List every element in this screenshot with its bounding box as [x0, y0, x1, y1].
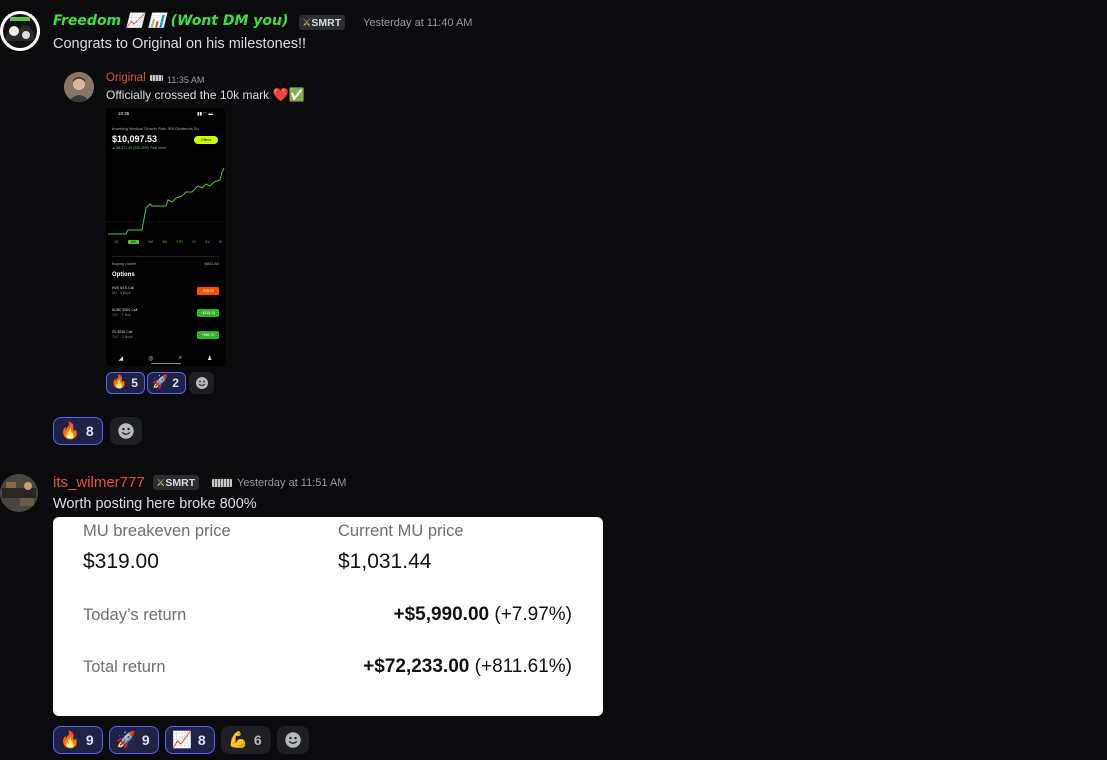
reaction-rocket[interactable]: 🚀 2 [147, 372, 186, 394]
avatar-wilmer-image [0, 474, 38, 512]
add-reaction-button[interactable] [189, 372, 214, 394]
today-return-value: +$5,990.00 [393, 604, 490, 625]
today-return-pct: (+7.97%) [494, 604, 572, 625]
current-price-value: $1,031.44 [338, 550, 432, 573]
forwarded-text-body: Officially crossed the 10k mark [106, 88, 270, 102]
timestamp[interactable]: Yesterday at 11:51 AM [237, 477, 346, 489]
sword-icon: ⚔ [156, 477, 166, 489]
tag-label: SMRT [311, 17, 342, 29]
option-row: ZS $330 Call 7/17 · 3 Buys +$88.70 [112, 330, 219, 339]
username-original[interactable]: Original [106, 72, 146, 84]
option-value: +$88.70 [197, 331, 219, 339]
server-tag-icon [212, 479, 232, 487]
reaction-chart[interactable]: 📈 8 [165, 726, 215, 754]
timestamp[interactable]: Yesterday at 11:40 AM [363, 17, 472, 29]
today-return-label: Today’s return [83, 606, 187, 624]
total-return-value: +$72,233.00 [363, 656, 470, 677]
reaction-flex[interactable]: 💪 6 [221, 726, 271, 754]
reaction-fire[interactable]: 🔥 5 [106, 372, 145, 394]
range-1d: 1D [114, 240, 119, 244]
message-text: Worth posting here broke 800% [53, 496, 257, 512]
username-wilmer[interactable]: its_wilmer777 [53, 474, 145, 491]
avatar-freedom[interactable] [0, 11, 40, 51]
chart-icon: ◢ [118, 356, 124, 362]
options-heading: Options [112, 272, 135, 278]
smiley-icon [195, 377, 208, 389]
range-5y: 5Y [205, 240, 210, 244]
reaction-count: 9 [141, 732, 150, 748]
bottom-nav: ◢ ◎ ⌕ ♟ [106, 355, 225, 362]
reaction-count: 6 [253, 732, 262, 748]
forwarded-text: Officially crossed the 10k mark ❤️✅ [106, 88, 305, 104]
fire-icon: 🔥 [111, 375, 128, 390]
message-text: Congrats to Original on his milestones!! [53, 36, 307, 52]
sword-icon: ⚔ [302, 17, 312, 29]
range-1m: 1M [147, 240, 153, 244]
flexed-biceps-icon: 💪 [228, 730, 248, 749]
range-1w: 1W [127, 240, 139, 244]
breakeven-value: $319.00 [83, 550, 159, 573]
option-value: -$45.00 [197, 287, 219, 295]
account-tabs: Investing Medical Growth Roth IRA Divide… [112, 126, 199, 131]
search-icon: ⌕ [178, 355, 182, 361]
account-balance: $10,097.53 [112, 134, 158, 144]
offers-button: Offers [194, 136, 218, 144]
range-ytd: YTD [175, 240, 183, 244]
account-icon: ♟ [207, 356, 213, 362]
avatar-original[interactable] [64, 72, 94, 102]
chart-increasing-icon: 📈 [172, 730, 192, 749]
option-row: HVE $4.5 Call 8/2 · 9 Buys -$45.00 [112, 286, 219, 295]
total-return-label: Total return [83, 658, 166, 676]
server-tag-icon [150, 75, 163, 81]
reaction-count: 9 [85, 732, 94, 748]
role-tag[interactable]: ⚔SMRT [153, 475, 200, 490]
avatar-freedom-image [0, 11, 40, 51]
range-1y: 1Y [192, 240, 197, 244]
returns-screenshot[interactable]: MU breakeven price $319.00 Current MU pr… [53, 517, 603, 716]
total-return: +$72,233.00 (+811.61%) [363, 656, 572, 678]
reaction-count: 8 [85, 423, 94, 439]
reaction-count: 2 [172, 376, 179, 390]
reaction-fire[interactable]: 🔥 8 [53, 417, 103, 445]
breakeven-label: MU breakeven price [83, 522, 231, 540]
range-selector: 1D 1W 1M 3M YTD 1Y 5Y ⚙ [114, 240, 222, 244]
rocket-icon: 🚀 [116, 730, 136, 749]
forwarded-timestamp[interactable]: 11:35 AM [167, 75, 204, 85]
brokerage-screenshot[interactable]: 10:35 ▮▮ ◠ ▬ Investing Medical Growth Ro… [106, 108, 225, 366]
gain-text: ▲ $8,071.49 (398.38%) Past week [112, 146, 167, 150]
home-indicator [151, 363, 181, 364]
fire-icon: 🔥 [60, 730, 80, 749]
buying-power-value: $843.84 [204, 261, 219, 266]
buying-power-label: Buying power [112, 261, 137, 266]
option-row: ADBE $350 Call 7/17 · 1 Buy +$118.23 [112, 308, 219, 317]
avatar-original-image [64, 72, 94, 102]
add-reaction-button[interactable] [277, 726, 309, 754]
role-tag[interactable]: ⚔SMRT [299, 15, 346, 30]
tag-label: SMRT [165, 477, 196, 489]
fire-icon: 🔥 [60, 421, 80, 440]
reaction-count: 5 [131, 376, 138, 390]
reaction-fire[interactable]: 🔥 9 [53, 726, 103, 754]
avatar-wilmer[interactable] [0, 474, 38, 512]
settings-icon: ⚙ [218, 240, 222, 244]
today-return: +$5,990.00 (+7.97%) [393, 604, 572, 626]
status-time: 10:35 [118, 111, 130, 116]
rocket-icon: 🚀 [152, 375, 169, 390]
range-3m: 3M [161, 240, 167, 244]
add-reaction-button[interactable] [110, 417, 142, 445]
total-return-pct: (+811.61%) [474, 656, 572, 677]
status-icons: ▮▮ ◠ ▬ [197, 111, 213, 116]
reaction-count: 8 [197, 732, 206, 748]
smiley-icon [285, 732, 301, 748]
buying-power-row: Buying power $843.84 [112, 256, 219, 266]
reaction-rocket[interactable]: 🚀 9 [109, 726, 159, 754]
portfolio-line-chart [106, 167, 225, 235]
browse-icon: ◎ [148, 356, 154, 362]
username-freedom[interactable]: Freedom 📈 📊 (Wont DM you) [53, 13, 288, 29]
current-price-label: Current MU price [338, 522, 464, 540]
message-freedom: Freedom 📈 📊 (Wont DM you) ⚔SMRT Yesterda… [0, 0, 1107, 450]
smiley-icon [118, 423, 134, 439]
option-value: +$118.23 [197, 309, 219, 317]
heart-check-emoji: ❤️✅ [272, 88, 305, 103]
